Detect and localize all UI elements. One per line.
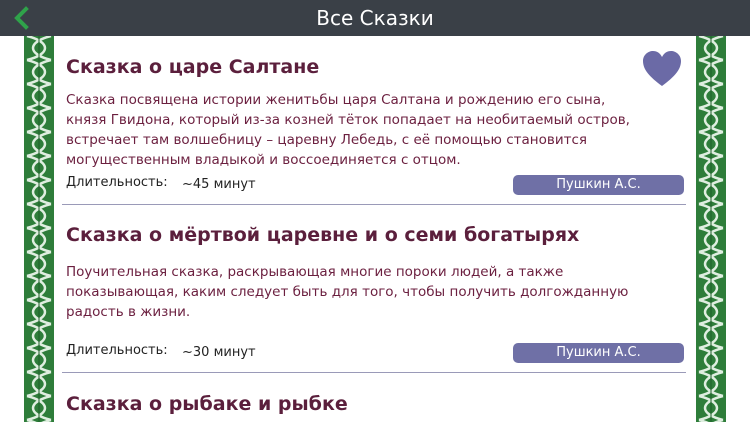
heart-icon bbox=[643, 51, 681, 86]
right-ornament-border bbox=[696, 36, 726, 422]
duration-value: ~45 минут bbox=[182, 177, 256, 192]
divider bbox=[62, 204, 686, 205]
left-margin bbox=[0, 36, 24, 422]
divider bbox=[62, 372, 686, 373]
duration-label: Длительность: bbox=[66, 175, 168, 190]
tale-card[interactable]: Сказка о царе Салтане Сказка посвящена и… bbox=[54, 36, 696, 206]
duration-value: ~30 минут bbox=[182, 345, 256, 360]
author-badge[interactable]: Пушкин А.С. bbox=[513, 175, 684, 195]
tale-card[interactable]: Сказка о рыбаке и рыбке bbox=[54, 374, 696, 422]
tale-card[interactable]: Сказка о мёртвой царевне и о семи богаты… bbox=[54, 206, 696, 374]
navigation-bar: Все Сказки bbox=[0, 0, 750, 36]
tales-list[interactable]: Сказка о царе Салтане Сказка посвящена и… bbox=[54, 36, 696, 422]
duration-label: Длительность: bbox=[66, 343, 168, 358]
page-title: Все Сказки bbox=[316, 6, 434, 30]
tale-title: Сказка о мёртвой царевне и о семи богаты… bbox=[66, 224, 580, 246]
favorite-button[interactable] bbox=[642, 50, 682, 88]
tale-title: Сказка о царе Салтане bbox=[66, 56, 320, 78]
tale-description: Сказка посвящена истории женитьбы царя С… bbox=[66, 92, 630, 168]
author-badge[interactable]: Пушкин А.С. bbox=[513, 343, 684, 363]
tale-title: Сказка о рыбаке и рыбке bbox=[66, 393, 348, 415]
left-ornament-border bbox=[24, 36, 54, 422]
right-margin bbox=[726, 36, 750, 422]
tale-description: Поучительная сказка, раскрывающая многие… bbox=[66, 264, 629, 320]
